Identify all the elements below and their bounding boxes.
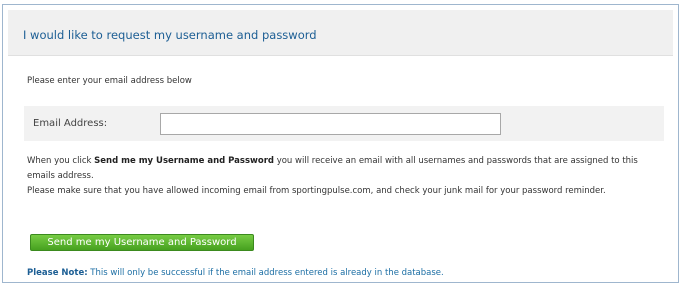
note-body: This will only be successful if the emai…: [87, 268, 444, 278]
email-label: Email Address:: [33, 118, 108, 129]
intro-text: Please enter your email address below: [27, 76, 192, 86]
info-text: When you click Send me my Username and P…: [27, 154, 667, 199]
info-line-1-bold: Send me my Username and Password: [94, 156, 274, 166]
panel-header: I would like to request my username and …: [8, 10, 673, 56]
info-line-2: Please make sure that you have allowed i…: [27, 186, 606, 196]
note-label: Please Note:: [27, 268, 88, 278]
email-field[interactable]: [160, 113, 501, 135]
page-title: I would like to request my username and …: [23, 28, 317, 42]
email-row: Email Address:: [24, 106, 664, 141]
send-credentials-button[interactable]: Send me my Username and Password: [30, 234, 254, 251]
request-credentials-panel: I would like to request my username and …: [2, 4, 679, 283]
info-line-1: When you click Send me my Username and P…: [27, 154, 667, 184]
note-text: Please Note: This will only be successfu…: [27, 268, 444, 278]
info-line-1-prefix: When you click: [27, 156, 95, 166]
